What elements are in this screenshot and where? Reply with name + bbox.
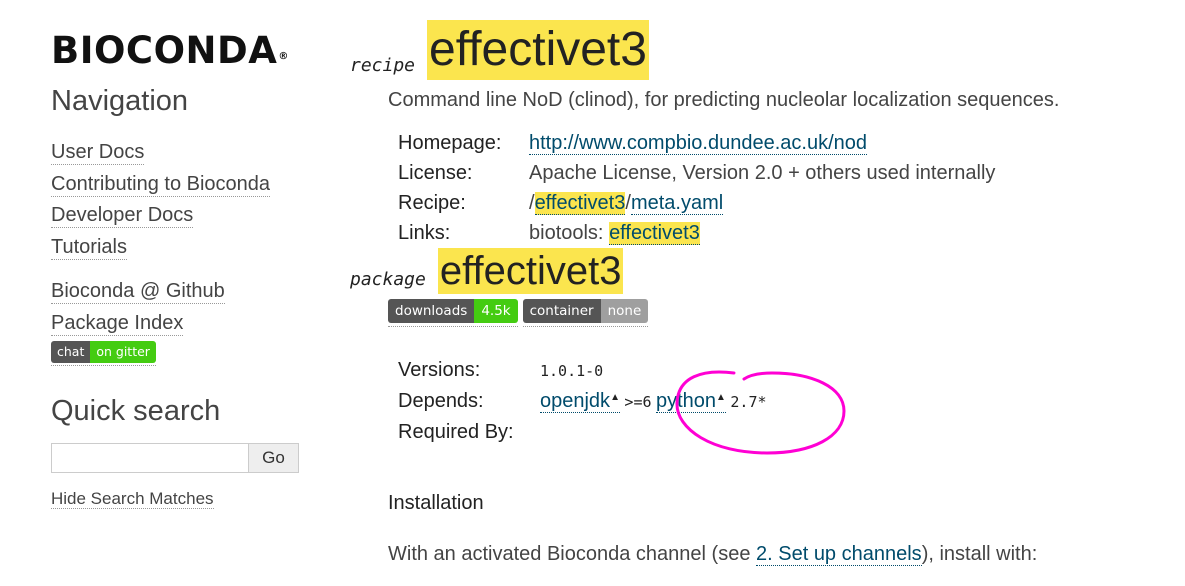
hide-search-matches-link[interactable]: Hide Search Matches xyxy=(51,489,214,509)
install-text-after: ), install with: xyxy=(921,543,1038,565)
depend-python-name: python xyxy=(655,390,717,412)
installation-text: With an activated Bioconda channel (see … xyxy=(388,543,1170,566)
downloads-badge-right: 4.5k xyxy=(474,299,518,323)
nav-tutorials[interactable]: Tutorials xyxy=(51,235,127,260)
registered-mark: ® xyxy=(278,51,289,62)
nav-contributing[interactable]: Contributing to Bioconda xyxy=(51,172,271,197)
nav-user-docs[interactable]: User Docs xyxy=(51,141,145,165)
recipe-path-prefix: / xyxy=(529,191,535,214)
recipe-title-row: recipe effectivet3 xyxy=(350,20,1170,80)
nav-package-index[interactable]: Package Index xyxy=(51,311,184,336)
depend-openjdk-constraint: >=6 xyxy=(624,393,652,411)
versions-row: Versions: 1.0.1-0 xyxy=(398,355,767,386)
container-badge: container none xyxy=(522,299,649,323)
depend-openjdk-link[interactable]: openjdk▲ xyxy=(540,390,620,413)
quick-search-heading: Quick search xyxy=(51,395,221,427)
external-link-icon: ▲ xyxy=(610,392,620,403)
gitter-badge: chat on gitter xyxy=(51,341,156,363)
homepage-link[interactable]: http://www.compbio.dundee.ac.uk/nod xyxy=(529,131,867,155)
recipe-info-table: Homepage: http://www.compbio.dundee.ac.u… xyxy=(398,128,995,248)
meta-yaml-link[interactable]: meta.yaml xyxy=(630,191,724,215)
nav-developer-docs[interactable]: Developer Docs xyxy=(51,204,194,228)
links-label: Links: xyxy=(398,221,451,244)
extra-links-list: Bioconda @ Github Package Index xyxy=(51,276,311,339)
required-by-value xyxy=(540,417,767,448)
nav-bioconda-github[interactable]: Bioconda @ Github xyxy=(51,280,225,304)
depend-python-link[interactable]: python▲ xyxy=(655,390,726,413)
setup-channels-link[interactable]: 2. Set up channels xyxy=(756,543,922,566)
gitter-chat-link[interactable]: chat on gitter xyxy=(51,341,156,366)
depend-python-constraint: 2.7* xyxy=(730,393,767,411)
container-badge-left: container xyxy=(522,299,601,323)
recipe-name: effectivet3 xyxy=(427,20,649,80)
license-row: License: Apache License, Version 2.0 + o… xyxy=(398,158,995,188)
homepage-row: Homepage: http://www.compbio.dundee.ac.u… xyxy=(398,128,995,158)
recipe-summary: Command line NoD (clinod), for predictin… xyxy=(388,89,1060,111)
container-badge-link[interactable]: container none xyxy=(522,299,649,327)
versions-label: Versions: xyxy=(398,359,481,381)
search-input[interactable] xyxy=(51,443,249,473)
homepage-label: Homepage: xyxy=(398,131,502,154)
versions-value: 1.0.1-0 xyxy=(540,361,604,380)
gitter-badge-right: on gitter xyxy=(90,341,156,363)
gitter-badge-left: chat xyxy=(51,341,91,363)
bioconda-logo[interactable]: BIOCONDA® xyxy=(51,28,311,74)
required-by-label: Required By: xyxy=(398,421,514,443)
downloads-badge-link[interactable]: downloads 4.5k xyxy=(388,299,518,327)
search-form: Go xyxy=(51,443,311,473)
hide-search-matches: Hide Search Matches xyxy=(51,489,311,509)
container-badge-right: none xyxy=(600,299,649,323)
external-link-icon: ▲ xyxy=(716,392,726,403)
recipe-row: Recipe: /effectivet3/meta.yaml xyxy=(398,188,995,218)
install-text-before: With an activated Bioconda channel (see xyxy=(388,543,756,565)
package-badges: downloads 4.5k container none xyxy=(388,299,1170,327)
logo-text: BIOCONDA xyxy=(51,29,278,72)
installation-heading: Installation xyxy=(388,492,484,514)
depends-row: Depends: openjdk▲ >=6 python▲ 2.7* xyxy=(398,386,767,417)
recipe-kind-label: recipe xyxy=(350,55,416,76)
main-content: recipe effectivet3 Command line NoD (cli… xyxy=(350,20,1170,566)
downloads-badge-left: downloads xyxy=(388,299,475,323)
package-versions-table: Versions: 1.0.1-0 Depends: openjdk▲ >=6 … xyxy=(398,355,767,448)
package-name: effectivet3 xyxy=(437,248,624,294)
downloads-badge: downloads 4.5k xyxy=(388,299,518,323)
depend-openjdk-name: openjdk xyxy=(540,390,611,412)
recipe-label: Recipe: xyxy=(398,191,466,214)
license-value: Apache License, Version 2.0 + others use… xyxy=(529,161,996,184)
package-title-row: package effectivet3 xyxy=(350,248,1170,294)
navigation-heading: Navigation xyxy=(51,85,189,117)
package-kind-label: package xyxy=(350,269,426,290)
depends-label: Depends: xyxy=(398,390,484,412)
links-row: Links: biotools: effectivet3 xyxy=(398,218,995,248)
license-label: License: xyxy=(398,161,473,184)
search-go-button[interactable]: Go xyxy=(249,443,299,473)
biotools-prefix: biotools: xyxy=(529,221,610,244)
navigation-list: User Docs Contributing to Bioconda Devel… xyxy=(51,137,311,263)
recipe-folder-link[interactable]: effectivet3 xyxy=(534,191,626,215)
required-by-row: Required By: xyxy=(398,417,767,448)
sidebar: BIOCONDA® Navigation User Docs Contribut… xyxy=(51,28,311,509)
biotools-link[interactable]: effectivet3 xyxy=(609,221,700,245)
